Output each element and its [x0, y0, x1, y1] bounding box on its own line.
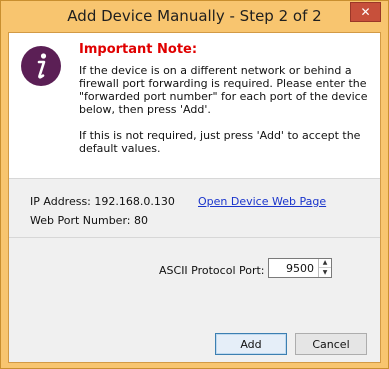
ip-address-row: IP Address: 192.168.0.130 [30, 195, 175, 208]
info-italic-i-icon [21, 46, 61, 86]
ascii-port-input[interactable] [269, 259, 317, 277]
ip-address-value: 192.168.0.130 [94, 195, 175, 208]
close-icon: ✕ [360, 5, 371, 19]
note-paragraph-2: If this is not required, just press 'Add… [79, 129, 361, 155]
open-device-web-page-link[interactable]: Open Device Web Page [198, 195, 326, 208]
close-button[interactable]: ✕ [350, 2, 381, 22]
ip-address-label: IP Address: [30, 195, 91, 208]
ascii-port-stepper[interactable]: ▲ ▼ [268, 258, 332, 278]
dialog-window: Add Device Manually - Step 2 of 2 ✕ Impo… [0, 0, 389, 369]
title-bar[interactable]: Add Device Manually - Step 2 of 2 ✕ [1, 1, 388, 31]
cancel-button[interactable]: Cancel [295, 333, 367, 355]
web-port-label: Web Port Number: [30, 214, 131, 227]
important-note-panel: Important Note: If the device is on a di… [9, 33, 380, 178]
note-text: If the device is on a different network … [79, 64, 369, 168]
web-port-value: 80 [133, 214, 148, 227]
add-button[interactable]: Add [215, 333, 287, 355]
divider [9, 178, 380, 179]
spin-up-arrow-icon[interactable]: ▲ [319, 259, 331, 268]
window-title: Add Device Manually - Step 2 of 2 [67, 7, 322, 25]
note-paragraph-1: If the device is on a different network … [79, 64, 368, 116]
spin-buttons: ▲ ▼ [318, 259, 331, 277]
divider [9, 237, 380, 238]
note-title: Important Note: [79, 42, 198, 57]
dialog-content: Important Note: If the device is on a di… [8, 32, 381, 363]
web-port-row: Web Port Number: 80 [30, 214, 148, 227]
spin-down-arrow-icon[interactable]: ▼ [319, 268, 331, 277]
ascii-port-label: ASCII Protocol Port: [159, 264, 265, 277]
